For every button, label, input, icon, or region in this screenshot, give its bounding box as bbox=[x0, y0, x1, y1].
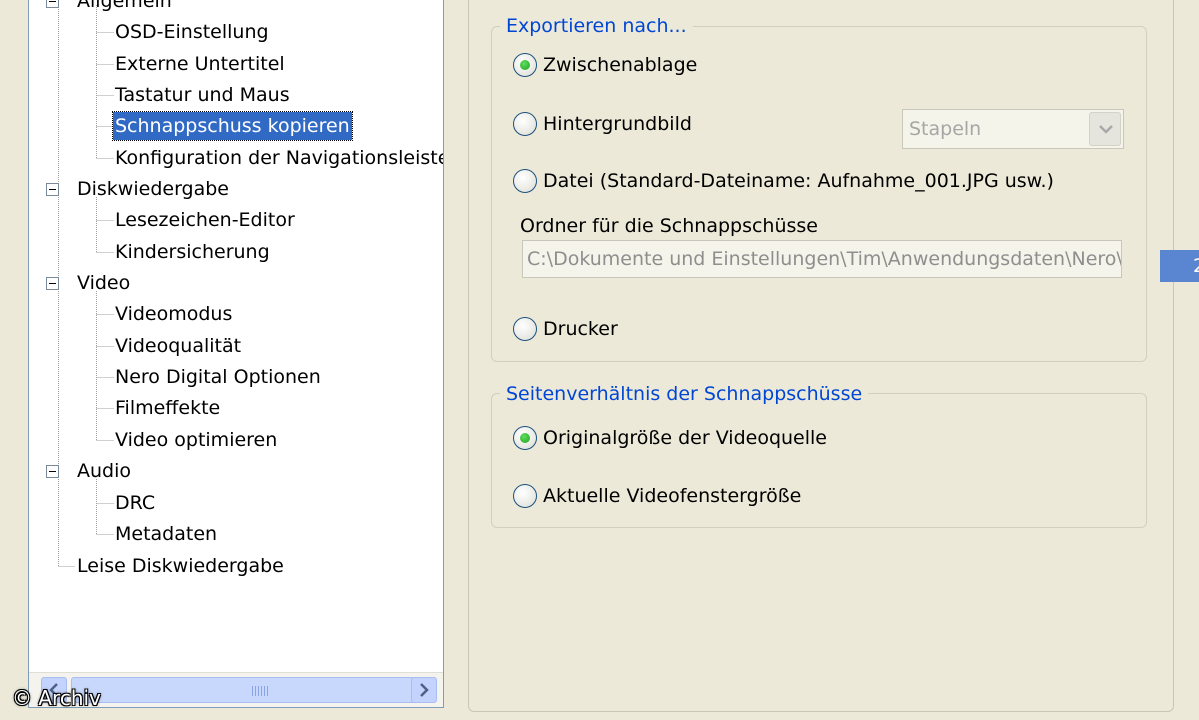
scroll-thumb[interactable] bbox=[71, 677, 423, 703]
radio-drucker[interactable]: Drucker bbox=[513, 315, 618, 343]
tree-item-video[interactable]: Video bbox=[75, 269, 132, 297]
radio-datei[interactable]: Datei (Standard-Dateiname: Aufnahme_001.… bbox=[513, 167, 1054, 195]
tree-item-videoqualitaet[interactable]: Videoqualität bbox=[113, 332, 243, 360]
radio-unchecked-icon[interactable] bbox=[513, 484, 537, 508]
folder-label: Ordner für die Schnappschüsse bbox=[520, 215, 818, 237]
radio-unchecked-icon[interactable] bbox=[513, 169, 537, 193]
chevron-right-icon bbox=[420, 683, 429, 697]
radio-label: Aktuelle Videofenstergröße bbox=[543, 485, 802, 507]
tree-item-filmeffekte[interactable]: Filmeffekte bbox=[113, 394, 222, 422]
radio-unchecked-icon[interactable] bbox=[513, 112, 537, 136]
tree-item-nero-digital-optionen[interactable]: Nero Digital Optionen bbox=[113, 363, 323, 391]
chevron-down-icon bbox=[1099, 125, 1113, 134]
collapse-allgemein-icon[interactable] bbox=[46, 0, 59, 8]
collapse-audio-icon[interactable] bbox=[46, 465, 59, 478]
tree-item-externe-untertitel[interactable]: Externe Untertitel bbox=[113, 50, 287, 78]
collapse-video-icon[interactable] bbox=[46, 277, 59, 290]
tree-item-lesezeichen-editor[interactable]: Lesezeichen-Editor bbox=[113, 206, 297, 234]
radio-hintergrundbild[interactable]: Hintergrundbild bbox=[513, 110, 692, 138]
tree-item-diskwiedergabe[interactable]: Diskwiedergabe bbox=[75, 175, 231, 203]
radio-label: Originalgröße der Videoquelle bbox=[543, 427, 827, 449]
tree-item-videomodus[interactable]: Videomodus bbox=[113, 300, 234, 328]
edge-tab-label: 2 bbox=[1193, 255, 1199, 277]
radio-label: Zwischenablage bbox=[543, 54, 698, 76]
export-group-title: Exportieren nach... bbox=[500, 14, 693, 38]
radio-label: Hintergrundbild bbox=[543, 113, 692, 135]
edge-tab[interactable]: 2 bbox=[1160, 250, 1199, 282]
options-tree[interactable]: Allgemein OSD-Einstellung Externe Untert… bbox=[28, 0, 444, 708]
wallpaper-mode-value: Stapeln bbox=[909, 118, 982, 140]
radio-label: Drucker bbox=[543, 318, 618, 340]
tree-item-drc[interactable]: DRC bbox=[113, 489, 157, 517]
tree-item-osd-einstellung[interactable]: OSD-Einstellung bbox=[113, 18, 271, 46]
tree-item-metadaten[interactable]: Metadaten bbox=[113, 520, 219, 548]
copyright-watermark: © Archiv bbox=[12, 686, 101, 710]
radio-checked-icon[interactable] bbox=[513, 426, 537, 450]
grip-icon bbox=[252, 686, 268, 696]
dropdown-button[interactable] bbox=[1089, 112, 1121, 146]
radio-label: Datei (Standard-Dateiname: Aufnahme_001.… bbox=[543, 170, 1054, 192]
radio-unchecked-icon[interactable] bbox=[513, 317, 537, 341]
tree-item-audio[interactable]: Audio bbox=[75, 457, 133, 485]
radio-originalgroesse[interactable]: Originalgröße der Videoquelle bbox=[513, 424, 827, 452]
scroll-right-button[interactable] bbox=[411, 677, 437, 703]
tree-item-navigationsleiste[interactable]: Konfiguration der Navigationsleiste bbox=[113, 144, 443, 172]
radio-checked-icon[interactable] bbox=[513, 53, 537, 77]
folder-path-field[interactable]: C:\Dokumente und Einstellungen\Tim\Anwen… bbox=[522, 240, 1122, 278]
aspect-group-title: Seitenverhältnis der Schnappschüsse bbox=[500, 382, 869, 406]
tree-item-allgemein[interactable]: Allgemein bbox=[75, 0, 174, 15]
tree-item-leise-diskwiedergabe[interactable]: Leise Diskwiedergabe bbox=[75, 552, 286, 580]
tree-item-tastatur-und-maus[interactable]: Tastatur und Maus bbox=[113, 81, 292, 109]
wallpaper-mode-dropdown[interactable]: Stapeln bbox=[902, 109, 1124, 149]
collapse-diskwiedergabe-icon[interactable] bbox=[46, 183, 59, 196]
radio-videofenstergroesse[interactable]: Aktuelle Videofenstergröße bbox=[513, 482, 801, 510]
tree-item-video-optimieren[interactable]: Video optimieren bbox=[113, 426, 279, 454]
tree-item-kindersicherung[interactable]: Kindersicherung bbox=[113, 238, 272, 266]
radio-zwischenablage[interactable]: Zwischenablage bbox=[513, 51, 697, 79]
tree-item-schnappschuss-kopieren[interactable]: Schnappschuss kopieren bbox=[112, 111, 353, 141]
